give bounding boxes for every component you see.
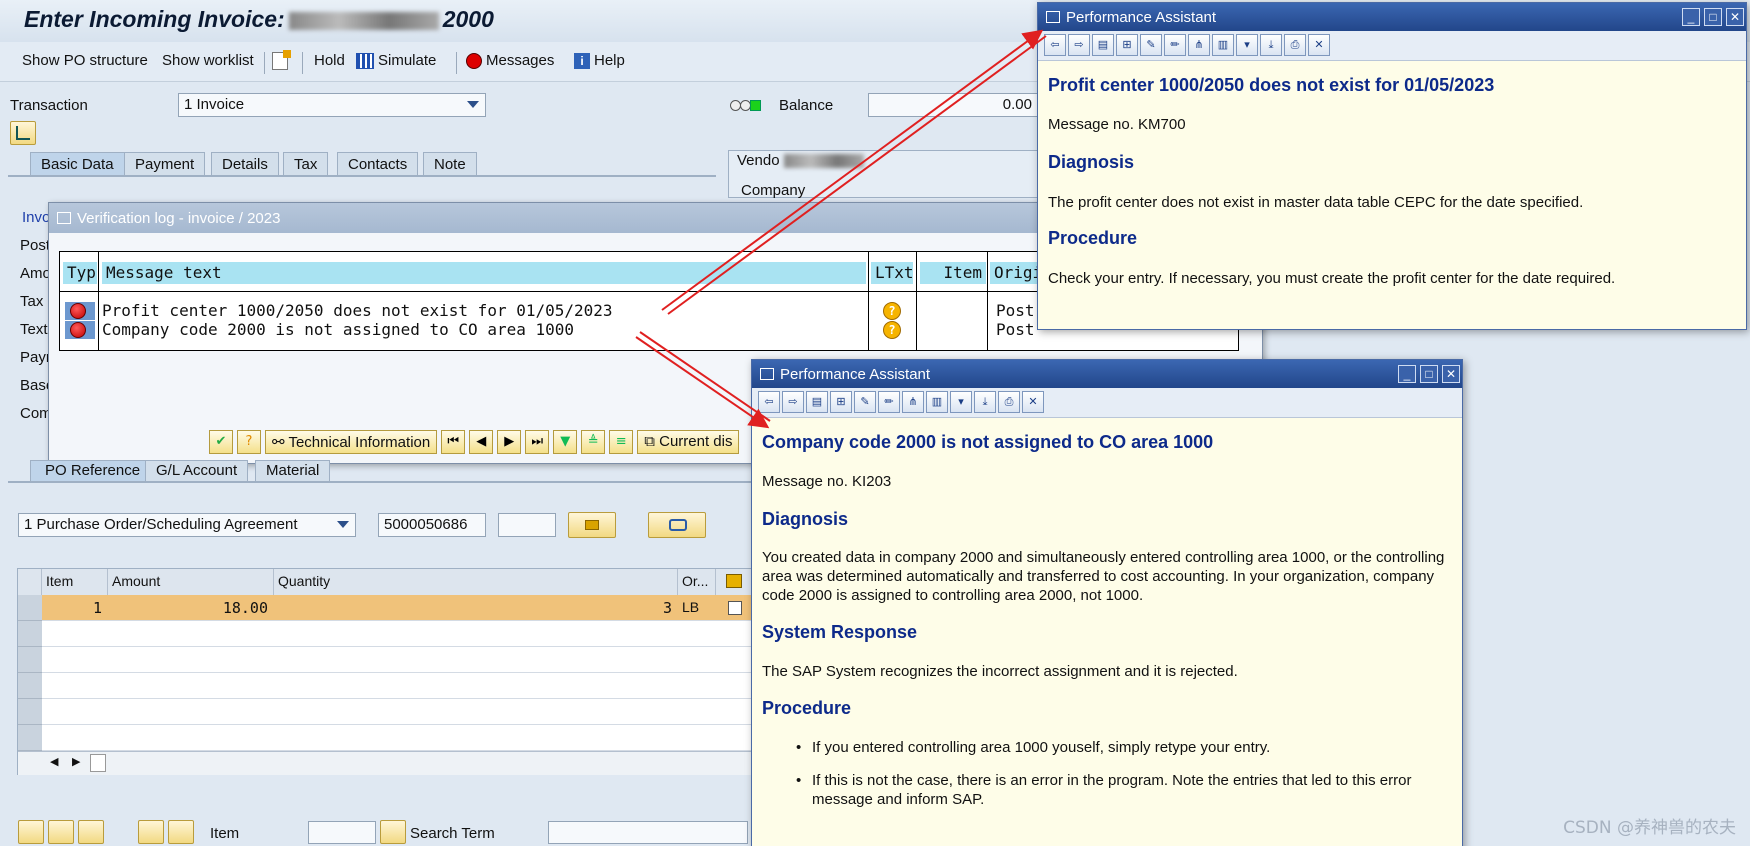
- arrow-to-pa1: [661, 29, 1044, 311]
- watermark: CSDN @养神兽的农夫: [1563, 818, 1736, 838]
- arrow-to-pa2-shadow: [639, 331, 771, 422]
- arrow-to-pa2: [635, 336, 770, 429]
- arrow-to-pa1-shadow: [667, 35, 1047, 315]
- annotation-arrows: [635, 29, 1047, 429]
